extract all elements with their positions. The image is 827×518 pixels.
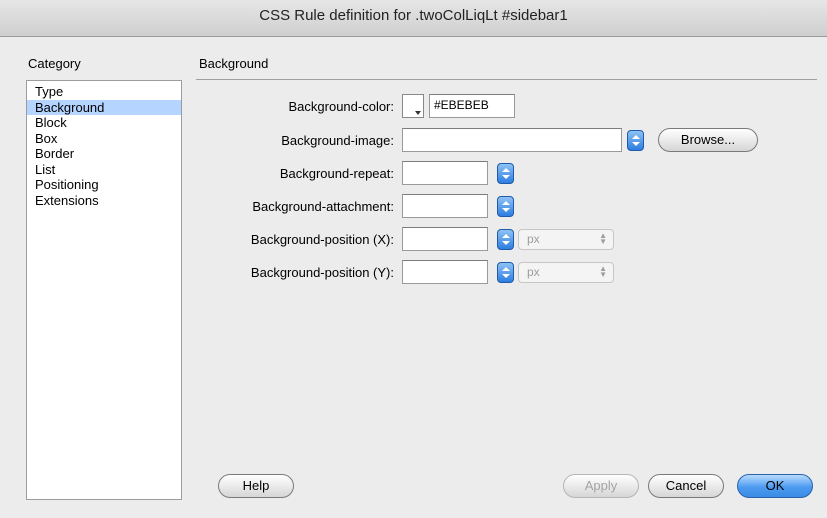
background-image-label: Background-image: xyxy=(281,133,394,148)
background-image-input[interactable] xyxy=(402,128,622,152)
background-position-x-label: Background-position (X): xyxy=(250,232,394,247)
background-repeat-label: Background-repeat: xyxy=(279,166,394,181)
chevron-up-icon xyxy=(502,267,510,271)
chevron-down-icon xyxy=(632,142,640,146)
chevron-up-icon xyxy=(632,135,640,139)
background-attachment-input[interactable] xyxy=(402,194,488,218)
category-item-background[interactable]: Background xyxy=(27,99,181,115)
apply-button[interactable]: Apply xyxy=(563,474,639,498)
category-item-extensions[interactable]: Extensions xyxy=(27,193,181,209)
position-x-unit-select[interactable]: px ▲ ▼ xyxy=(518,229,614,250)
ok-button[interactable]: OK xyxy=(737,474,813,498)
background-position-y-label: Background-position (Y): xyxy=(250,265,394,280)
background-position-x-input[interactable] xyxy=(402,227,488,251)
background-repeat-input[interactable] xyxy=(402,161,488,185)
chevron-up-icon xyxy=(502,234,510,238)
chevron-up-icon xyxy=(502,201,510,205)
cancel-button[interactable]: Cancel xyxy=(648,474,724,498)
chevron-down-icon xyxy=(415,111,421,115)
repeat-dropdown-button[interactable] xyxy=(497,163,514,184)
chevron-down-icon xyxy=(502,241,510,245)
background-color-input[interactable]: #EBEBEB xyxy=(429,94,515,118)
category-list[interactable]: Type Background Block Box Border List Po… xyxy=(26,80,182,500)
position-y-unit-value: px xyxy=(527,265,540,279)
chevron-up-icon xyxy=(502,168,510,172)
section-title: Background xyxy=(199,56,269,71)
category-item-positioning[interactable]: Positioning xyxy=(27,177,181,193)
category-item-border[interactable]: Border xyxy=(27,146,181,162)
updown-arrows-icon: ▲ ▼ xyxy=(599,231,607,246)
chevron-down-icon xyxy=(502,208,510,212)
category-item-type[interactable]: Type xyxy=(27,84,181,100)
category-item-block[interactable]: Block xyxy=(27,115,181,131)
category-item-box[interactable]: Box xyxy=(27,131,181,147)
image-dropdown-button[interactable] xyxy=(627,130,644,151)
section-divider xyxy=(196,79,817,80)
category-item-list[interactable]: List xyxy=(27,162,181,178)
background-position-y-input[interactable] xyxy=(402,260,488,284)
background-color-label: Background-color: xyxy=(288,99,395,114)
position-y-dropdown-button[interactable] xyxy=(497,262,514,283)
chevron-down-icon xyxy=(502,274,510,278)
position-x-dropdown-button[interactable] xyxy=(497,229,514,250)
browse-button[interactable]: Browse... xyxy=(658,128,758,152)
chevron-down-icon xyxy=(502,175,510,179)
position-x-unit-value: px xyxy=(527,232,540,246)
window-title: CSS Rule definition for .twoColLiqLt #si… xyxy=(0,0,827,37)
position-y-unit-select[interactable]: px ▲ ▼ xyxy=(518,262,614,283)
background-attachment-label: Background-attachment: xyxy=(252,199,394,214)
color-swatch-button[interactable] xyxy=(402,94,424,118)
attachment-dropdown-button[interactable] xyxy=(497,196,514,217)
category-heading: Category xyxy=(28,56,81,71)
updown-arrows-icon: ▲ ▼ xyxy=(599,264,607,279)
help-button[interactable]: Help xyxy=(218,474,294,498)
